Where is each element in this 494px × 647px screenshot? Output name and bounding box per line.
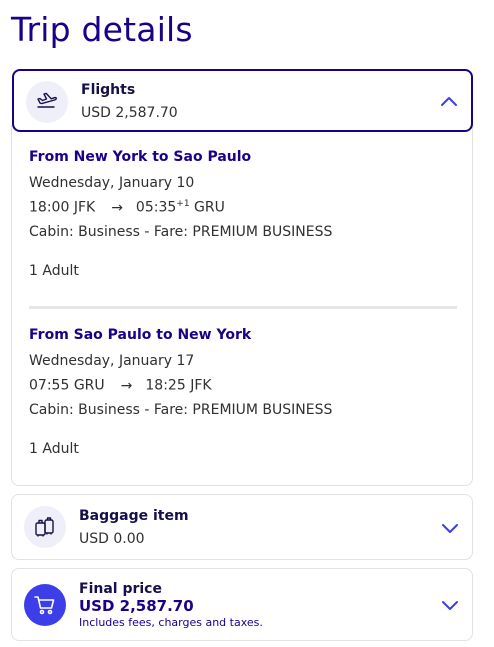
segment-times: 18:00 JFK → 05:35+1 GRU [29, 199, 225, 216]
flights-details-panel: From New York to Sao Paulo Wednesday, Ja… [11, 125, 473, 486]
shopping-cart-icon [24, 584, 66, 626]
segment-passengers: 1 Adult [29, 263, 79, 279]
arrow-right-icon: → [120, 377, 133, 394]
segment-divider [29, 306, 457, 309]
plane-takeoff-icon [26, 81, 68, 123]
final-price-note: Includes fees, charges and taxes. [79, 616, 263, 629]
segment-title: From Sao Paulo to New York [29, 327, 252, 343]
page-title: Trip details [11, 10, 193, 49]
segment-date: Wednesday, January 10 [29, 175, 195, 191]
arrow-right-icon: → [111, 199, 123, 216]
segment-times: 07:55 GRU → 18:25 JFK [29, 377, 212, 394]
segment-cabin: Cabin: Business - Fare: PREMIUM BUSINESS [29, 224, 333, 240]
flights-label: Flights [81, 82, 136, 98]
flights-accordion-header[interactable]: Flights USD 2,587.70 [12, 69, 473, 132]
segment-passengers: 1 Adult [29, 441, 79, 457]
segment-cabin: Cabin: Business - Fare: PREMIUM BUSINESS [29, 402, 333, 418]
baggage-accordion[interactable]: Baggage item USD 0.00 [11, 494, 473, 560]
baggage-label: Baggage item [79, 508, 189, 524]
chevron-up-icon[interactable] [438, 91, 460, 113]
flights-price: USD 2,587.70 [81, 105, 178, 121]
luggage-icon [24, 506, 66, 548]
segment-title: From New York to Sao Paulo [29, 149, 252, 165]
chevron-down-icon[interactable] [439, 594, 461, 616]
segment-date: Wednesday, January 17 [29, 353, 195, 369]
final-price-amount: USD 2,587.70 [79, 597, 194, 615]
final-price-label: Final price [79, 581, 162, 597]
chevron-down-icon[interactable] [439, 517, 461, 539]
baggage-price: USD 0.00 [79, 531, 145, 547]
final-price-accordion[interactable]: Final price USD 2,587.70 Includes fees, … [11, 568, 473, 641]
